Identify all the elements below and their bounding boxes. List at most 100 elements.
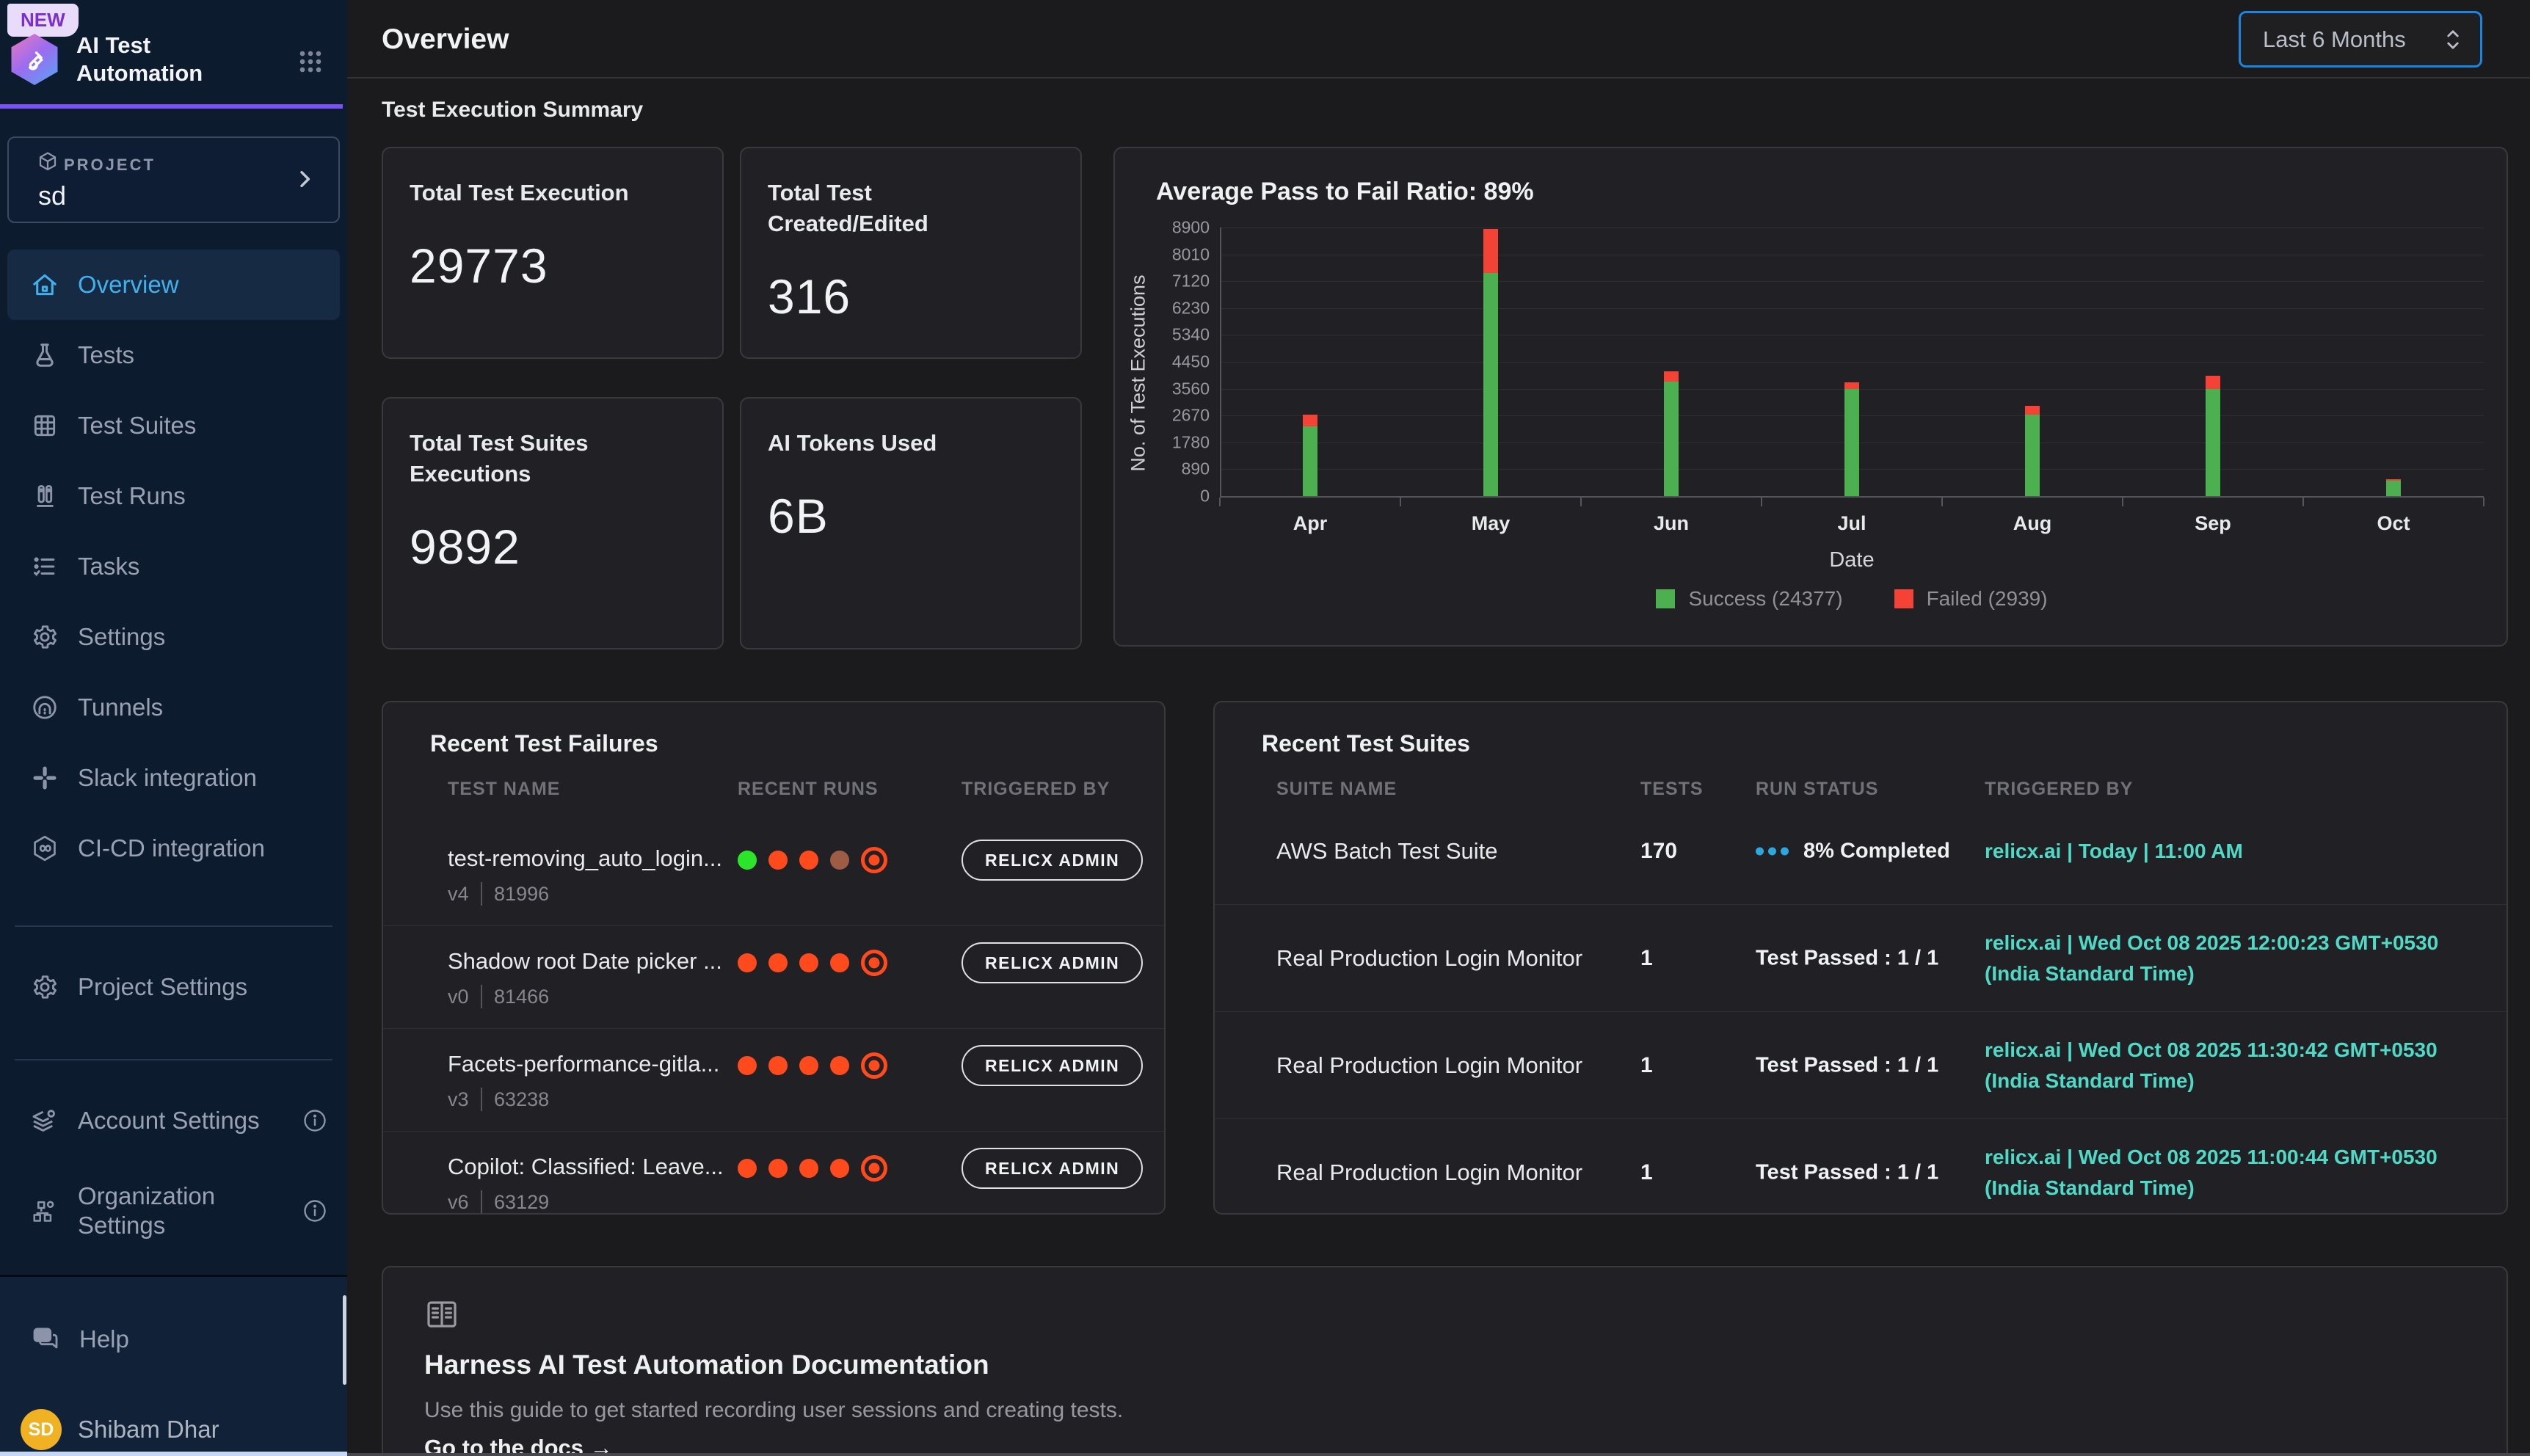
sidebar-item-overview[interactable]: Overview: [7, 250, 340, 320]
sidebar-item-settings[interactable]: Settings: [0, 602, 347, 672]
y-tick: 0: [1200, 487, 1210, 506]
apps-grid-icon[interactable]: [294, 46, 327, 81]
running-dots-icon: [1756, 847, 1789, 855]
stat-card-total-test-execution: Total Test Execution 29773: [382, 147, 724, 359]
sidebar: NEW AI Test Automation: [0, 0, 347, 1456]
nav-label: Project Settings: [78, 973, 247, 1001]
stat-label: Total Test Suites Executions: [410, 428, 659, 489]
chart-plot: 0890178026703560445053406230712080108900…: [1220, 228, 2484, 496]
project-selector[interactable]: PROJECT sd: [7, 136, 340, 223]
stacked-bar-apr[interactable]: [1303, 415, 1317, 496]
suite-name: AWS Batch Test Suite: [1276, 838, 1498, 864]
info-icon[interactable]: [302, 1107, 328, 1134]
x-tick: Oct: [2377, 512, 2410, 535]
run-dot-ring-icon: [861, 1155, 887, 1182]
column-header: RUN STATUS: [1756, 779, 1878, 800]
table-row[interactable]: Real Production Login Monitor 1 Test Pas…: [1215, 905, 2507, 1012]
documentation-card: Harness AI Test Automation Documentation…: [382, 1266, 2508, 1456]
stacked-bar-jul[interactable]: [1844, 382, 1859, 496]
run-status: Test Passed : 1 / 1: [1756, 1161, 1938, 1185]
sidebar-item-project-settings[interactable]: Project Settings: [0, 952, 347, 1022]
run-dot-orange-icon: [830, 1159, 849, 1178]
docs-description: Use this guide to get started recording …: [424, 1398, 1123, 1423]
run-dot-ring-icon: [861, 950, 887, 976]
triggered-by-button[interactable]: RELICX ADMIN: [962, 840, 1143, 881]
sidebar-item-test-runs[interactable]: Test Runs: [0, 461, 347, 531]
run-dot-orange-icon: [768, 1159, 788, 1178]
nav-label: CI-CD integration: [78, 834, 265, 862]
run-dot-orange-icon: [799, 953, 818, 972]
failures-rows: test-removing_auto_login... v481996 RELI…: [383, 823, 1164, 1215]
sidebar-item-tasks[interactable]: Tasks: [0, 531, 347, 602]
stat-value: 6B: [768, 488, 1054, 544]
test-version-id: v481996: [448, 882, 549, 906]
layers-icon: [31, 1107, 59, 1135]
user-menu[interactable]: SD Shibam Dhar: [21, 1409, 219, 1450]
flask-icon: [31, 341, 59, 369]
table-row[interactable]: test-removing_auto_login... v481996 RELI…: [383, 823, 1164, 926]
y-tick: 6230: [1172, 298, 1210, 318]
sidebar-hscrollbar[interactable]: [0, 1452, 347, 1456]
new-badge: NEW: [7, 4, 79, 37]
tunnel-icon: [31, 694, 59, 721]
stat-value: 9892: [410, 519, 696, 575]
svg-text:?: ?: [40, 1331, 46, 1341]
column-header: SUITE NAME: [1276, 779, 1397, 800]
stacked-bar-oct[interactable]: [2386, 479, 2401, 496]
stacked-bar-aug[interactable]: [2025, 406, 2040, 496]
y-tick: 1780: [1172, 432, 1210, 452]
nav-label: Settings: [78, 623, 165, 651]
run-dot-orange-icon: [799, 1056, 818, 1075]
stat-card-ai-tokens: AI Tokens Used 6B: [740, 397, 1082, 649]
sidebar-item-slack-integration[interactable]: Slack integration: [0, 743, 347, 813]
sidebar-item-cicd-integration[interactable]: CI-CD integration: [0, 813, 347, 884]
run-status: Test Passed : 1 / 1: [1756, 1053, 1938, 1077]
chevron-updown-icon: [2442, 26, 2464, 54]
y-tick: 8010: [1172, 244, 1210, 264]
sidebar-item-account-settings[interactable]: Account Settings: [0, 1085, 347, 1156]
test-version-id: v663129: [448, 1190, 549, 1214]
main-hscrollbar[interactable]: [347, 1453, 2530, 1456]
table-title: Recent Test Failures: [430, 730, 658, 757]
run-dot-orange-icon: [738, 953, 757, 972]
divider: [15, 925, 332, 927]
list-icon: [31, 553, 59, 580]
table-row[interactable]: Facets-performance-gitla... v363238 RELI…: [383, 1029, 1164, 1132]
stacked-bar-may[interactable]: [1483, 229, 1498, 496]
sidebar-bottom-panel: ? Help SD Shibam Dhar: [0, 1275, 347, 1456]
table-row[interactable]: Real Production Login Monitor 1 Test Pas…: [1215, 1119, 2507, 1215]
table-row[interactable]: Copilot: Classified: Leave... v663129 RE…: [383, 1132, 1164, 1215]
run-dot-ring-icon: [861, 847, 887, 873]
run-dot-orange-icon: [799, 1159, 818, 1178]
x-tick: Sep: [2195, 512, 2231, 535]
app-title: AI Test Automation: [76, 32, 203, 87]
nav-label: Tests: [78, 341, 134, 369]
stat-value: 316: [768, 269, 1054, 324]
nav-label: Overview: [78, 271, 179, 299]
suite-tests: 1: [1640, 1160, 1653, 1185]
table-row[interactable]: AWS Batch Test Suite 170 8% Completed re…: [1215, 798, 2507, 905]
help-chat-icon: ?: [31, 1325, 60, 1354]
triggered-by-button[interactable]: RELICX ADMIN: [962, 1148, 1143, 1189]
triggered-by-button[interactable]: RELICX ADMIN: [962, 1045, 1143, 1086]
sidebar-item-help[interactable]: ? Help: [0, 1306, 347, 1372]
chart-legend: Success (24377)Failed (2939): [1220, 587, 2484, 611]
sidebar-item-tests[interactable]: Tests: [0, 320, 347, 390]
table-row[interactable]: Shadow root Date picker ... v081466 RELI…: [383, 926, 1164, 1029]
sidebar-scrollbar[interactable]: [343, 1295, 346, 1385]
info-icon[interactable]: [302, 1198, 328, 1224]
sidebar-item-organization-settings[interactable]: Organization Settings: [0, 1171, 347, 1251]
suite-name: Real Production Login Monitor: [1276, 1160, 1582, 1186]
legend-item-failed: Failed (2939): [1894, 587, 2048, 611]
suite-triggered-by: relicx.ai | Wed Oct 08 2025 11:00:44 GMT…: [1985, 1142, 2484, 1204]
table-row[interactable]: Real Production Login Monitor 1 Test Pas…: [1215, 1012, 2507, 1119]
y-tick: 2670: [1172, 406, 1210, 426]
sidebar-item-test-suites[interactable]: Test Suites: [0, 390, 347, 461]
stacked-bar-jun[interactable]: [1664, 371, 1679, 496]
sidebar-item-tunnels[interactable]: Tunnels: [0, 672, 347, 743]
run-dot-orange-icon: [768, 1056, 788, 1075]
triggered-by-button[interactable]: RELICX ADMIN: [962, 942, 1143, 983]
date-range-select[interactable]: Last 6 Months: [2239, 11, 2482, 68]
stacked-bar-sep[interactable]: [2206, 376, 2220, 496]
column-header: TRIGGERED BY: [962, 779, 1110, 800]
